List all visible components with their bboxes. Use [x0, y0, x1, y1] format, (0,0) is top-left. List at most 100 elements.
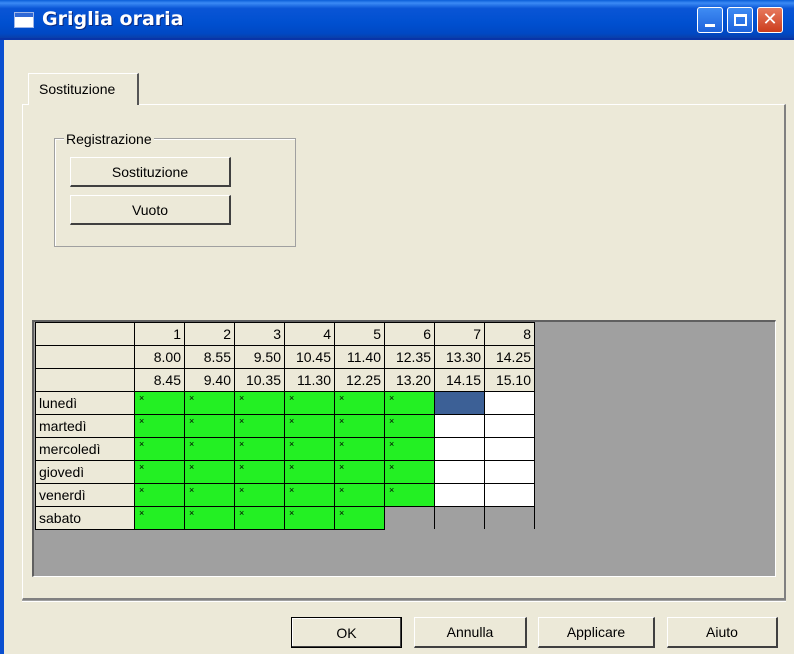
day-label: giovedì: [35, 460, 135, 484]
timetable-cell[interactable]: ×: [234, 460, 285, 484]
timetable-grid[interactable]: 1 2 3 4 5 6 7 8 8.00 8.55 9.50 10.45 11.40 12.35 13.30…: [35, 322, 535, 530]
day-row: giovedì × × × × × ×: [35, 460, 535, 484]
period-header-cell: 5: [334, 322, 385, 346]
timetable-cell[interactable]: ×: [234, 391, 285, 415]
apply-button[interactable]: Applicare: [538, 617, 655, 648]
tab-sostituzione[interactable]: Sostituzione: [28, 73, 139, 105]
sostituzione-button[interactable]: Sostituzione: [70, 157, 231, 187]
day-row: lunedì × × × × × ×: [35, 391, 535, 415]
start-time-header-cell: 8.00: [134, 345, 185, 369]
timetable-cell[interactable]: ×: [284, 460, 335, 484]
end-time-header-cell: 9.40: [184, 368, 235, 392]
ok-button[interactable]: OK: [291, 617, 402, 648]
day-label: sabato: [35, 506, 135, 530]
minimize-button[interactable]: [697, 7, 723, 33]
start-time-header-cell: 14.25: [484, 345, 535, 369]
start-time-header-cell: 10.45: [284, 345, 335, 369]
dialog-window: Griglia oraria ✕ Sostituzione Registrazi…: [0, 0, 794, 654]
day-label: mercoledì: [35, 437, 135, 461]
timetable-cell[interactable]: [484, 460, 535, 484]
day-row: mercoledì × × × × × ×: [35, 437, 535, 461]
timetable-cell[interactable]: ×: [184, 391, 235, 415]
period-header-cell: 7: [434, 322, 485, 346]
timetable-cell[interactable]: ×: [184, 437, 235, 461]
tab-label: Sostituzione: [39, 81, 116, 97]
start-time-header-cell: 8.55: [184, 345, 235, 369]
close-button[interactable]: ✕: [757, 7, 783, 33]
timetable-cell[interactable]: [434, 460, 485, 484]
timetable-cell[interactable]: ×: [134, 506, 185, 530]
timetable-cell[interactable]: ×: [384, 437, 435, 461]
maximize-button[interactable]: [727, 7, 753, 33]
timetable-cell[interactable]: ×: [384, 460, 435, 484]
maximize-icon: [733, 14, 747, 26]
timetable-cell[interactable]: [434, 391, 485, 415]
timetable-cell[interactable]: ×: [334, 437, 385, 461]
timetable-cell: [384, 506, 435, 530]
title-bar[interactable]: Griglia oraria ✕: [0, 0, 794, 40]
period-header-cell: 6: [384, 322, 435, 346]
timetable-cell[interactable]: ×: [184, 506, 235, 530]
cancel-button[interactable]: Annulla: [414, 617, 527, 648]
timetable-cell[interactable]: ×: [384, 391, 435, 415]
timetable-cell[interactable]: ×: [234, 506, 285, 530]
end-time-header-cell: 8.45: [134, 368, 185, 392]
end-time-header-cell: 12.25: [334, 368, 385, 392]
timetable-cell[interactable]: [484, 437, 535, 461]
day-label: lunedì: [35, 391, 135, 415]
timetable-cell[interactable]: [434, 437, 485, 461]
day-row: venerdì × × × × × ×: [35, 483, 535, 507]
timetable-cell[interactable]: ×: [334, 506, 385, 530]
timetable-cell[interactable]: ×: [284, 414, 335, 438]
window-icon: [14, 12, 34, 28]
corner-cell: [35, 345, 135, 369]
start-time-header-cell: 9.50: [234, 345, 285, 369]
start-time-header-cell: 11.40: [334, 345, 385, 369]
corner-cell: [35, 368, 135, 392]
timetable-cell[interactable]: ×: [134, 483, 185, 507]
timetable-cell[interactable]: ×: [134, 437, 185, 461]
timetable-cell[interactable]: ×: [334, 414, 385, 438]
period-row: 12345678: [35, 322, 535, 346]
timetable-cell[interactable]: ×: [184, 483, 235, 507]
timetable-cell[interactable]: ×: [134, 460, 185, 484]
end-time-header-cell: 15.10: [484, 368, 535, 392]
timetable-cell[interactable]: ×: [184, 414, 235, 438]
period-header-cell: 2: [184, 322, 235, 346]
timetable-cell: [434, 506, 485, 530]
help-button[interactable]: Aiuto: [667, 617, 778, 648]
timetable-cell[interactable]: ×: [284, 483, 335, 507]
day-label: martedì: [35, 414, 135, 438]
day-row: sabato × × × × ×: [35, 506, 535, 530]
timetable-cell[interactable]: ×: [284, 506, 335, 530]
timetable-cell[interactable]: ×: [134, 414, 185, 438]
timetable-cell[interactable]: ×: [234, 437, 285, 461]
timetable-cell[interactable]: ×: [334, 460, 385, 484]
timetable-cell[interactable]: [484, 483, 535, 507]
timetable-cell[interactable]: ×: [234, 483, 285, 507]
timetable-cell[interactable]: ×: [134, 391, 185, 415]
minimize-icon: [705, 23, 715, 27]
timetable-cell[interactable]: ×: [384, 414, 435, 438]
timetable-cell[interactable]: ×: [234, 414, 285, 438]
window-border: [0, 40, 4, 654]
timetable-cell[interactable]: ×: [334, 391, 385, 415]
day-row: martedì × × × × × ×: [35, 414, 535, 438]
timetable-cell[interactable]: [434, 483, 485, 507]
end-time-header-cell: 11.30: [284, 368, 335, 392]
timetable-cell[interactable]: [484, 391, 535, 415]
registrazione-groupbox: [54, 138, 296, 247]
timetable-cell[interactable]: ×: [334, 483, 385, 507]
day-label: venerdì: [35, 483, 135, 507]
timetable-cell[interactable]: ×: [384, 483, 435, 507]
timetable-cell[interactable]: [484, 414, 535, 438]
vuoto-button[interactable]: Vuoto: [70, 195, 231, 225]
end-time-header-cell: 10.35: [234, 368, 285, 392]
timetable-cell[interactable]: [434, 414, 485, 438]
end-time-header-cell: 14.15: [434, 368, 485, 392]
period-header-cell: 8: [484, 322, 535, 346]
timetable-cell[interactable]: ×: [284, 391, 335, 415]
timetable-cell[interactable]: ×: [184, 460, 235, 484]
window-title: Griglia oraria: [42, 8, 184, 30]
timetable-cell[interactable]: ×: [284, 437, 335, 461]
